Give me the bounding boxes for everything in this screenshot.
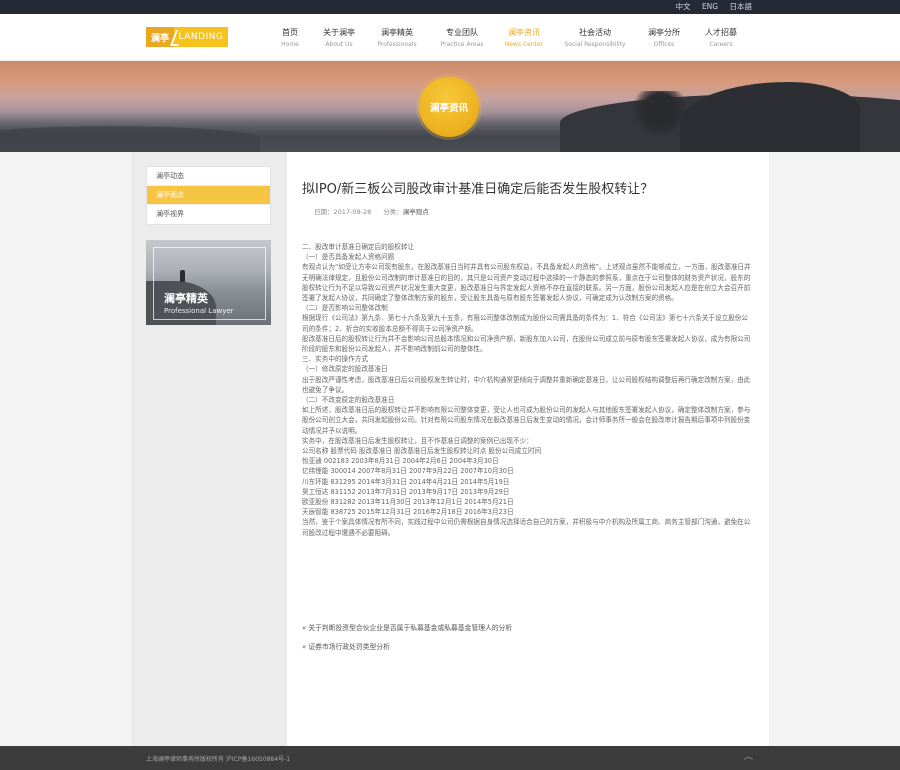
- nav-label: 澜亭精英: [381, 28, 413, 37]
- nav-sublabel: Social Responsibility: [564, 41, 626, 48]
- nav-professionals[interactable]: 澜亭精英 Professionals: [364, 14, 430, 61]
- nav-label: 专业团队: [446, 28, 478, 37]
- article-title: 拟IPO/新三板公司股改审计基准日确定后能否发生股权转让？: [302, 182, 654, 197]
- article-paragraph: 出于股改严谨性考虑，股改基准日后公司股权发生转让时，中介机构通常更倾向于调整并重…: [302, 375, 751, 394]
- nav-about[interactable]: 关于澜亭 About Us: [314, 14, 364, 61]
- article-paragraph: 当然，鉴于个案具体情况有所不同，实践过程中公司仍需根据自身情况选择适合自己的方案…: [302, 518, 751, 537]
- nav-label: 关于澜亭: [323, 28, 355, 37]
- article-panel: 拟IPO/新三板公司股改审计基准日确定后能否发生股权转让？ 日期：2017-09…: [287, 152, 769, 746]
- nav-label: 澜亭分所: [648, 28, 680, 37]
- article-paragraph: （一）是否具备发起人资格问题: [302, 253, 395, 262]
- sidebar: 澜亭动态 澜亭观点 澜亭视界 澜亭精英 Professional Lawyer: [146, 166, 271, 325]
- nav-label: 首页: [282, 28, 298, 37]
- article-paragraph: 有观点认为“如受让方非公司现有股东，在股改基准日当时并具有公司股东权益，不具备发…: [302, 263, 751, 303]
- article-category[interactable]: 澜亭观点: [403, 208, 429, 216]
- table-row: 怡亚通 002183 2003年8月31日 2004年2月6日 2004年3月3…: [302, 457, 499, 466]
- article-paragraph: （一）修改原定的股改基准日: [302, 365, 388, 374]
- nav-label: 社会活动: [579, 28, 611, 37]
- copyright-text: 上海澜亭律师事务所版权所有 沪ICP备16050884号-1: [146, 756, 291, 763]
- main-nav: 首页 Home 关于澜亭 About Us 澜亭精英 Professionals…: [266, 14, 750, 61]
- article-paragraph: 二、股改审计基准日确定后的股权转让: [302, 243, 415, 251]
- table-row: 天辰智能 838725 2015年12月31日 2016年2月18日 2016年…: [302, 508, 514, 517]
- nav-sublabel: Careers: [709, 41, 733, 48]
- table-row: 欧亚股份 831282 2013年11月30日 2013年12月1日 2014年…: [302, 498, 514, 507]
- table-row: 公司名称 股票代码 股改基准日 股改基准日后发生股权转让时点 股份公司成立时间: [302, 447, 542, 456]
- sidebar-item-vision[interactable]: 澜亭视界: [147, 205, 270, 224]
- logo-english: LANDING: [174, 27, 228, 47]
- banner-tree: [632, 91, 688, 137]
- lang-zh[interactable]: 中文: [676, 2, 691, 11]
- site-footer: 上海澜亭律师事务所版权所有 沪ICP备16050884号-1 ︿: [0, 746, 900, 770]
- nav-news-center[interactable]: 澜亭资讯 News Center: [494, 14, 554, 61]
- nav-careers[interactable]: 人才招募 Careers: [692, 14, 750, 61]
- article-category-label: 分类：: [383, 208, 403, 216]
- article-paragraph: 实务中，在股改基准日后发生股权转让，且不作基准日调整的案例已出现不少：: [302, 436, 533, 445]
- nav-sublabel: News Center: [504, 41, 544, 48]
- back-to-top-icon[interactable]: ︿: [744, 752, 754, 762]
- promo-subtitle: Professional Lawyer: [164, 307, 234, 315]
- nav-offices[interactable]: 澜亭分所 Offices: [636, 14, 692, 61]
- site-logo[interactable]: 澜亭 LANDING: [146, 27, 228, 47]
- table-row: 亿纬锂能 300014 2007年8月31日 2007年9月22日 2007年1…: [302, 467, 514, 476]
- article-paragraph: （二）是否影响公司整体改制: [302, 304, 388, 313]
- sidebar-item-news[interactable]: 澜亭动态: [147, 167, 270, 186]
- table-row: 昊工恒达 831152 2013年7月31日 2013年9月17日 2013年9…: [302, 487, 510, 496]
- lang-ja[interactable]: 日本語: [730, 2, 753, 11]
- sidebar-menu: 澜亭动态 澜亭观点 澜亭视界: [146, 166, 271, 225]
- nav-home[interactable]: 首页 Home: [266, 14, 314, 61]
- article-paragraph: 股改基准日后的股权转让行为并不会影响公司总股本情况和公司净资产额，新股东加入公司…: [302, 334, 751, 354]
- professionals-promo[interactable]: 澜亭精英 Professional Lawyer: [146, 240, 271, 325]
- nav-label: 澜亭资讯: [508, 28, 540, 37]
- nav-sublabel: Professionals: [377, 41, 417, 48]
- table-row: 川东环能 831295 2014年3月31日 2014年4月21日 2014年5…: [302, 477, 510, 486]
- top-language-bar: 中文 ENG 日本語: [0, 0, 900, 14]
- article-paragraph: 如上所述，股改基准日后的股权转让并不影响有限公司整体变更，受让人也可成为股份公司…: [302, 406, 751, 435]
- nav-sublabel: Home: [281, 41, 299, 48]
- section-badge: 澜亭资讯: [419, 77, 479, 137]
- page-banner: 澜亭资讯: [0, 61, 900, 152]
- nav-sublabel: About Us: [325, 41, 353, 48]
- article-paragraph: 根据现行《公司法》第九条、第七十六条及第九十五条，有限公司整体改制成为股份公司需…: [302, 314, 748, 333]
- article-paragraph: 三、实务中的操作方式: [302, 355, 368, 364]
- article-meta: 日期：2017-09-28 分类：澜亭观点: [314, 206, 429, 216]
- promo-title: 澜亭精英: [164, 292, 208, 305]
- article-body: 二、股改审计基准日确定后的股权转让 （一）是否具备发起人资格问题 有观点认为“如…: [302, 242, 752, 538]
- nav-sublabel: Practice Areas: [440, 41, 484, 48]
- prev-article-link[interactable]: « 关于判断投资型合伙企业是否属于私募基金或私募基金管理人的分析: [302, 622, 512, 632]
- sidebar-item-viewpoints[interactable]: 澜亭观点: [147, 186, 270, 205]
- article-paragraph: （二）不改变原定的股改基准日: [302, 396, 395, 405]
- nav-practice-areas[interactable]: 专业团队 Practice Areas: [430, 14, 494, 61]
- site-header: 澜亭 LANDING 首页 Home 关于澜亭 About Us 澜亭精英 Pr…: [0, 14, 900, 61]
- banner-mountain: [680, 82, 860, 152]
- next-article-link[interactable]: » 证券市场行政处罚类型分析: [302, 641, 390, 651]
- language-switcher: 中文 ENG 日本語: [667, 1, 752, 12]
- nav-sublabel: Offices: [653, 41, 675, 48]
- nav-label: 人才招募: [705, 28, 737, 37]
- nav-social-responsibility[interactable]: 社会活动 Social Responsibility: [554, 14, 636, 61]
- article-date: 日期：2017-09-28: [314, 208, 372, 216]
- lang-en[interactable]: ENG: [702, 2, 718, 11]
- banner-ridge-left: [0, 126, 260, 152]
